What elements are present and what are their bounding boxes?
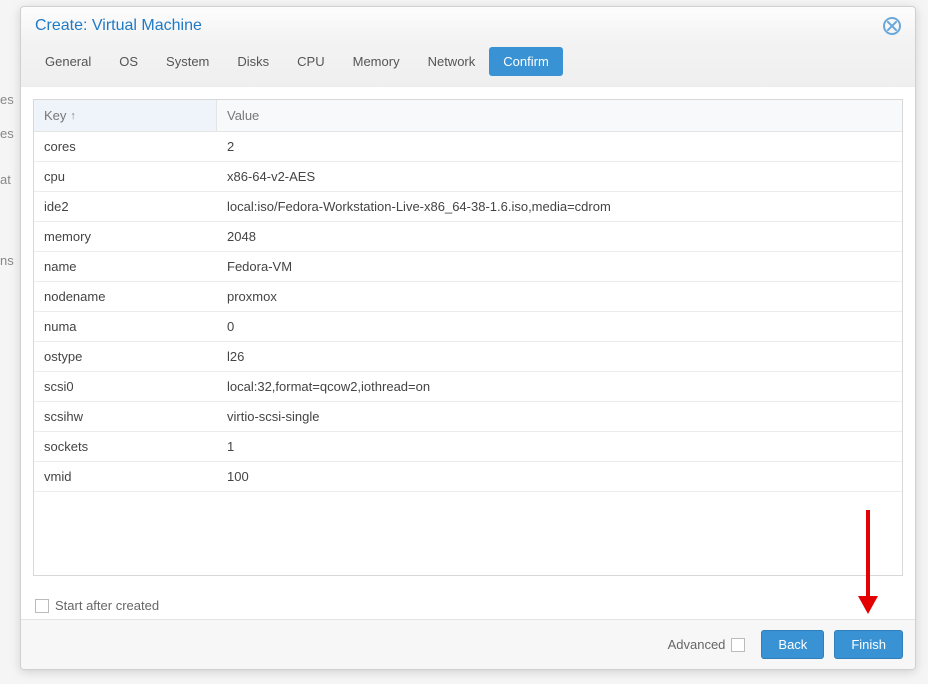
table-header: Key ↑ Value (34, 100, 902, 132)
table-row[interactable]: scsihwvirtio-scsi-single (34, 402, 902, 432)
cell-key: ide2 (34, 192, 217, 221)
cell-key: vmid (34, 462, 217, 491)
cell-key: numa (34, 312, 217, 341)
background-text: es (0, 126, 14, 141)
table-row[interactable]: cpux86-64-v2-AES (34, 162, 902, 192)
cell-value: 1 (217, 432, 902, 461)
tab-os[interactable]: OS (105, 47, 152, 76)
wizard-tabs: GeneralOSSystemDisksCPUMemoryNetworkConf… (21, 41, 915, 87)
tab-memory[interactable]: Memory (339, 47, 414, 76)
tab-disks[interactable]: Disks (223, 47, 283, 76)
table-row[interactable]: cores2 (34, 132, 902, 162)
confirm-content: Key ↑ Value cores2cpux86-64-v2-AESide2lo… (21, 87, 915, 588)
table-row[interactable]: scsi0local:32,format=qcow2,iothread=on (34, 372, 902, 402)
dialog-footer: Advanced Back Finish (21, 619, 915, 669)
cell-value: 2 (217, 132, 902, 161)
dialog-title: Create: Virtual Machine (35, 17, 202, 35)
cell-key: sockets (34, 432, 217, 461)
cell-value: 2048 (217, 222, 902, 251)
cell-value: local:32,format=qcow2,iothread=on (217, 372, 902, 401)
options-bar: Start after created (21, 588, 915, 619)
cell-value: proxmox (217, 282, 902, 311)
cell-key: ostype (34, 342, 217, 371)
finish-button[interactable]: Finish (834, 630, 903, 659)
cell-key: memory (34, 222, 217, 251)
background-text: ns (0, 253, 14, 268)
cell-value: virtio-scsi-single (217, 402, 902, 431)
cell-value: 0 (217, 312, 902, 341)
cell-value: Fedora-VM (217, 252, 902, 281)
cell-value: local:iso/Fedora-Workstation-Live-x86_64… (217, 192, 902, 221)
table-row[interactable]: nameFedora-VM (34, 252, 902, 282)
column-header-value[interactable]: Value (217, 100, 902, 131)
table-body: cores2cpux86-64-v2-AESide2local:iso/Fedo… (34, 132, 902, 575)
cell-key: name (34, 252, 217, 281)
checkbox-icon[interactable] (731, 638, 745, 652)
create-vm-dialog: Create: Virtual Machine GeneralOSSystemD… (20, 6, 916, 670)
background-text: es (0, 92, 14, 107)
table-row[interactable]: memory2048 (34, 222, 902, 252)
column-header-key[interactable]: Key ↑ (34, 100, 217, 131)
tab-general[interactable]: General (31, 47, 105, 76)
cell-key: scsi0 (34, 372, 217, 401)
table-row[interactable]: ide2local:iso/Fedora-Workstation-Live-x8… (34, 192, 902, 222)
cell-key: cores (34, 132, 217, 161)
cell-key: scsihw (34, 402, 217, 431)
cell-value: l26 (217, 342, 902, 371)
cell-value: 100 (217, 462, 902, 491)
cell-key: cpu (34, 162, 217, 191)
table-row[interactable]: vmid100 (34, 462, 902, 492)
table-row[interactable]: sockets1 (34, 432, 902, 462)
tab-network[interactable]: Network (414, 47, 490, 76)
cell-key: nodename (34, 282, 217, 311)
tab-cpu[interactable]: CPU (283, 47, 338, 76)
sort-ascending-icon: ↑ (70, 110, 76, 122)
advanced-label: Advanced (668, 637, 726, 652)
checkbox-icon[interactable] (35, 599, 49, 613)
tab-system[interactable]: System (152, 47, 223, 76)
back-button[interactable]: Back (761, 630, 824, 659)
start-after-created-option[interactable]: Start after created (35, 598, 159, 613)
summary-table: Key ↑ Value cores2cpux86-64-v2-AESide2lo… (33, 99, 903, 576)
background-text: at (0, 172, 11, 187)
table-row[interactable]: nodenameproxmox (34, 282, 902, 312)
table-row[interactable]: numa0 (34, 312, 902, 342)
cell-value: x86-64-v2-AES (217, 162, 902, 191)
start-after-created-label: Start after created (55, 598, 159, 613)
table-row[interactable]: ostypel26 (34, 342, 902, 372)
advanced-option[interactable]: Advanced (668, 637, 746, 652)
dialog-header: Create: Virtual Machine (21, 7, 915, 41)
tab-confirm[interactable]: Confirm (489, 47, 563, 76)
column-header-value-label: Value (227, 108, 259, 123)
column-header-key-label: Key (44, 108, 66, 123)
close-icon[interactable] (883, 17, 901, 35)
